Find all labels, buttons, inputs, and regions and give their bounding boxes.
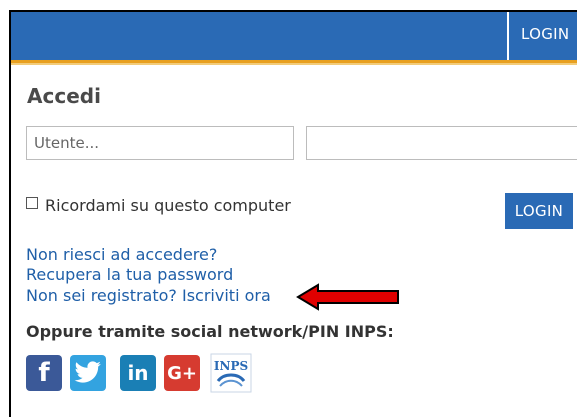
inps-logo-icon: INPS	[210, 353, 252, 393]
top-bar: LOGIN	[11, 12, 577, 60]
twitter-bird-icon	[74, 361, 101, 383]
password-input[interactable]	[306, 126, 577, 160]
facebook-icon[interactable]: f	[26, 355, 62, 391]
linkedin-icon[interactable]: in	[120, 355, 156, 391]
google-plus-icon[interactable]: G+	[164, 355, 200, 391]
login-button[interactable]: LOGIN	[505, 193, 573, 229]
google-plus-glyph: G+	[167, 362, 197, 384]
accent-stripe-light	[11, 63, 577, 65]
recover-password-link[interactable]: Recupera la tua password	[26, 265, 233, 285]
cant-access-link[interactable]: Non riesci ad accedere?	[26, 245, 217, 265]
facebook-glyph: f	[38, 358, 50, 388]
inps-icon[interactable]: INPS	[210, 353, 252, 393]
top-bar-separator	[507, 12, 509, 60]
svg-text:INPS: INPS	[214, 359, 248, 373]
linkedin-glyph: in	[127, 361, 149, 385]
username-input[interactable]	[26, 126, 294, 160]
remember-label: Ricordami su questo computer	[45, 196, 291, 215]
red-arrow-icon	[296, 283, 399, 311]
register-link[interactable]: Non sei registrato? Iscriviti ora	[26, 286, 271, 306]
social-title: Oppure tramite social network/PIN INPS:	[26, 322, 394, 341]
page-title: Accedi	[27, 84, 101, 108]
top-login-link[interactable]: LOGIN	[521, 25, 569, 43]
twitter-icon[interactable]	[70, 355, 106, 391]
remember-checkbox[interactable]	[26, 196, 38, 209]
remember-me[interactable]: Ricordami su questo computer	[26, 196, 291, 215]
